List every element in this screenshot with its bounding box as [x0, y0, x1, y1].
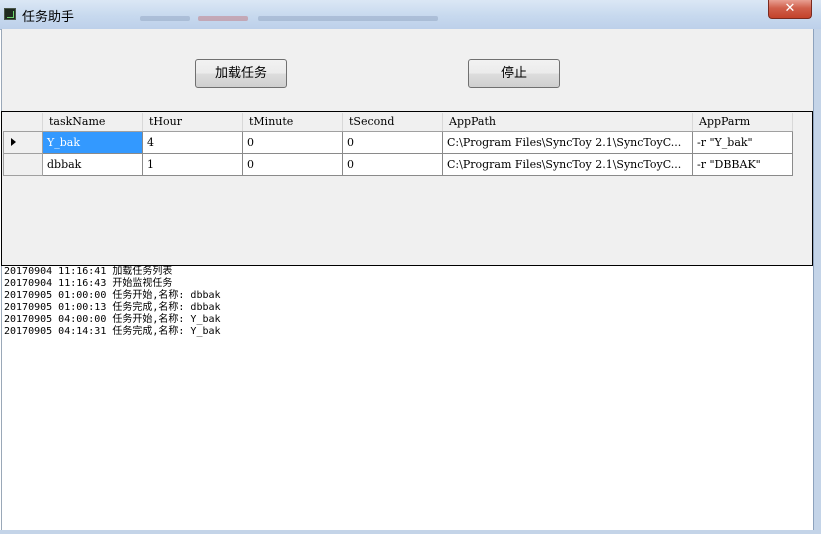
log-line: 20170905 01:00:13 任务完成,名称: dbbak [4, 302, 221, 313]
grid-corner-header [3, 113, 43, 132]
log-line: 20170905 04:14:31 任务完成,名称: Y_bak [4, 326, 221, 337]
task-grid: taskName tHour tMinute tSecond AppPath A… [3, 113, 793, 176]
table-row[interactable]: dbbak 1 0 0 C:\Program Files\SyncToy 2.1… [3, 152, 793, 176]
row-header[interactable] [3, 130, 43, 154]
app-icon [4, 8, 16, 20]
log-line: 20170905 04:00:00 任务开始,名称: Y_bak [4, 314, 221, 325]
cell-tminute[interactable]: 0 [242, 152, 343, 176]
window-border-bottom [0, 530, 821, 534]
title-blur [140, 16, 190, 21]
cell-appparm[interactable]: -r "DBBAK" [692, 152, 793, 176]
cell-tsecond[interactable]: 0 [342, 152, 443, 176]
title-blur [258, 16, 438, 21]
grid-header-row: taskName tHour tMinute tSecond AppPath A… [3, 113, 793, 132]
column-header-taskname[interactable]: taskName [42, 113, 143, 132]
window-title: 任务助手 [22, 10, 75, 25]
table-row[interactable]: Y_bak 4 0 0 C:\Program Files\SyncToy 2.1… [3, 130, 793, 154]
cell-apppath[interactable]: C:\Program Files\SyncToy 2.1\SyncToyC... [442, 130, 693, 154]
row-header[interactable] [3, 152, 43, 176]
cell-tsecond[interactable]: 0 [342, 130, 443, 154]
row-pointer-icon [11, 138, 16, 146]
cell-thour[interactable]: 1 [142, 152, 243, 176]
log-textarea[interactable]: 20170904 11:16:41 加载任务列表 20170904 11:16:… [1, 266, 813, 530]
column-header-thour[interactable]: tHour [142, 113, 243, 132]
stop-button[interactable]: 停止 [468, 59, 560, 88]
cell-appparm[interactable]: -r "Y_bak" [692, 130, 793, 154]
cell-taskname[interactable]: Y_bak [42, 130, 143, 154]
cell-tminute[interactable]: 0 [242, 130, 343, 154]
column-header-tsecond[interactable]: tSecond [342, 113, 443, 132]
toolbar-panel: 加载任务 停止 [1, 29, 815, 111]
task-grid-panel: taskName tHour tMinute tSecond AppPath A… [1, 111, 813, 266]
column-header-appparm[interactable]: AppParm [692, 113, 793, 132]
cell-thour[interactable]: 4 [142, 130, 243, 154]
column-header-tminute[interactable]: tMinute [242, 113, 343, 132]
window-border-right [813, 29, 821, 534]
log-line: 20170905 01:00:00 任务开始,名称: dbbak [4, 290, 221, 301]
cell-apppath[interactable]: C:\Program Files\SyncToy 2.1\SyncToyC... [442, 152, 693, 176]
close-button[interactable]: ✕ [768, 0, 812, 19]
load-tasks-button[interactable]: 加载任务 [195, 59, 287, 88]
title-bar: 任务助手 ✕ [0, 0, 821, 30]
column-header-apppath[interactable]: AppPath [442, 113, 693, 132]
close-icon: ✕ [784, 1, 796, 16]
title-blur [198, 16, 248, 21]
log-line: 20170904 11:16:43 开始监视任务 [4, 278, 173, 289]
cell-taskname[interactable]: dbbak [42, 152, 143, 176]
log-line: 20170904 11:16:41 加载任务列表 [4, 266, 173, 277]
